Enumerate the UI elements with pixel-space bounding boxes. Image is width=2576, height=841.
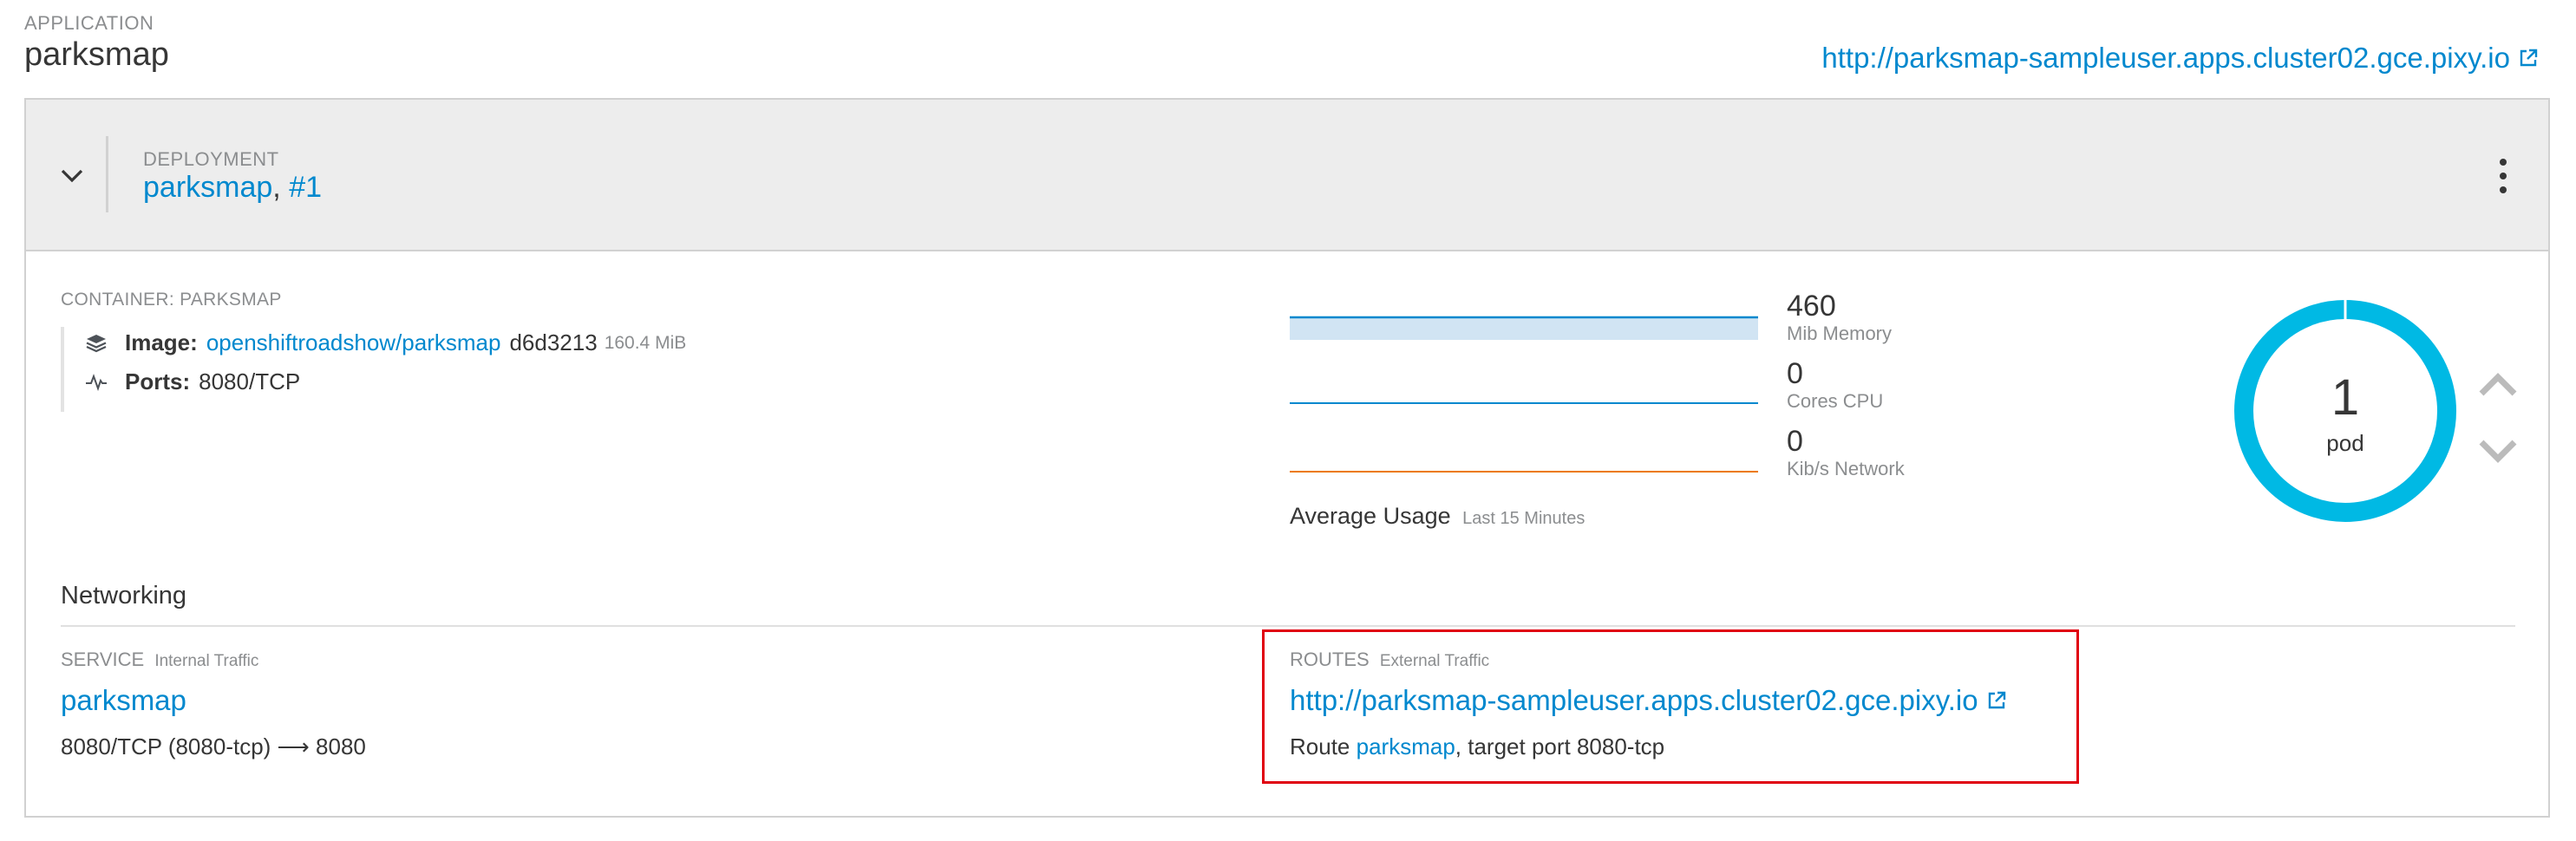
image-name-link[interactable]: openshiftroadshow/parksmap <box>206 329 501 356</box>
pod-count: 1 <box>2331 369 2360 426</box>
network-unit: Kib/s Network <box>1787 458 1905 479</box>
kebab-menu-icon[interactable] <box>2493 159 2514 193</box>
deployment-name-link[interactable]: parksmap <box>143 171 272 204</box>
deployment-title: parksmap, #1 <box>143 171 322 205</box>
average-usage-period: Last 15 Minutes <box>1462 509 1585 528</box>
deployment-version-link[interactable]: #1 <box>289 171 322 204</box>
ports-label: Ports: <box>125 368 191 394</box>
external-link-icon <box>2520 49 2538 67</box>
scale-up-icon[interactable] <box>2478 371 2518 397</box>
route-prefix: Route <box>1290 733 1350 760</box>
networking-heading: Networking <box>61 582 187 610</box>
network-value: 0 <box>1787 425 1803 458</box>
container-image-row: Image: openshiftroadshow/parksmap d6d321… <box>83 329 686 356</box>
networking-divider <box>61 625 2515 627</box>
route-name-link[interactable]: parksmap <box>1357 733 1455 760</box>
scale-down-icon[interactable] <box>2478 439 2518 465</box>
application-url-text[interactable]: http://parksmap-sampleuser.apps.cluster0… <box>1821 42 2510 75</box>
service-name-link[interactable]: parksmap <box>61 684 186 717</box>
layers-icon <box>83 330 109 356</box>
routes-label-text: ROUTES <box>1290 649 1370 670</box>
route-description: Route parksmap, target port 8080-tcp <box>1290 733 1664 760</box>
application-label: APPLICATION <box>24 12 154 34</box>
external-link-icon <box>1988 691 2005 709</box>
header-divider <box>106 136 108 212</box>
application-url-link[interactable]: http://parksmap-sampleuser.apps.cluster0… <box>1821 42 2538 75</box>
route-suffix: , target port 8080-tcp <box>1455 733 1665 760</box>
pod-label: pod <box>2326 430 2364 456</box>
image-label: Image: <box>125 329 198 355</box>
chevron-down-icon[interactable] <box>57 160 87 190</box>
memory-sparkline <box>1290 316 1758 340</box>
container-label: CONTAINER: PARKSMAP <box>61 290 282 310</box>
service-sublabel: Internal Traffic <box>154 652 259 670</box>
cpu-sparkline <box>1290 402 1758 404</box>
average-usage-label: Average Usage <box>1290 503 1451 529</box>
route-url-text[interactable]: http://parksmap-sampleuser.apps.cluster0… <box>1290 684 1978 717</box>
memory-unit: Mib Memory <box>1787 323 1893 344</box>
container-ports-row: Ports: 8080/TCP <box>83 368 300 395</box>
route-url-link[interactable]: http://parksmap-sampleuser.apps.cluster0… <box>1290 684 2006 717</box>
deployment-header[interactable]: DEPLOYMENT parksmap, #1 <box>26 100 2548 251</box>
service-ports: 8080/TCP (8080-tcp) ⟶ 8080 <box>61 733 366 760</box>
service-label: SERVICE Internal Traffic <box>61 649 258 671</box>
service-label-text: SERVICE <box>61 649 145 670</box>
application-name: parksmap <box>24 36 169 73</box>
cpu-unit: Cores CPU <box>1787 390 1884 412</box>
container-left-border <box>61 327 64 412</box>
network-sparkline <box>1290 471 1758 473</box>
average-usage: Average Usage Last 15 Minutes <box>1290 503 1585 530</box>
memory-value: 460 <box>1787 290 1836 323</box>
deployment-label: DEPLOYMENT <box>143 148 279 170</box>
pulse-icon <box>83 369 109 395</box>
ports-value: 8080/TCP <box>199 368 301 394</box>
routes-label: ROUTES External Traffic <box>1290 649 1489 671</box>
image-hash: d6d3213 <box>509 329 598 355</box>
cpu-value: 0 <box>1787 357 1803 390</box>
deployment-separator: , <box>272 171 281 204</box>
image-size: 160.4 MiB <box>604 332 687 353</box>
routes-sublabel: External Traffic <box>1379 652 1490 670</box>
